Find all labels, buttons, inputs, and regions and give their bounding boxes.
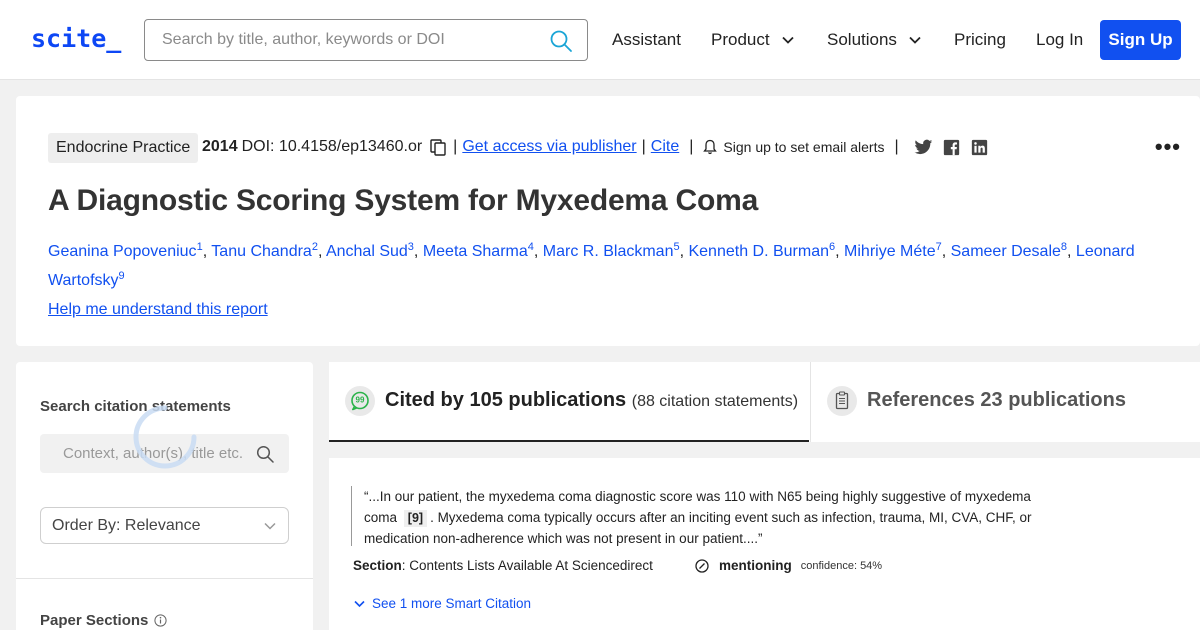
chat-bubble-icon: 99 [351,391,369,411]
cited-by-text: Cited by 105 publications (88 citation s… [385,389,798,412]
section-label: Section [353,558,402,573]
confidence-score: confidence: 54% [800,559,883,572]
quote-text-end: . Myxedema coma typically occurs after a… [364,510,1032,546]
nav-pricing-label: Pricing [954,30,1006,49]
author-link[interactable]: Mihriye Méte7 [844,241,942,260]
separator: | [894,138,899,155]
separator: | [689,138,694,155]
get-access-link[interactable]: Get access via publisher [462,138,636,156]
chevron-down-icon [354,600,365,607]
svg-text:99: 99 [356,396,365,405]
citation-statement-count: (88 citation statements) [631,393,799,410]
more-options-button[interactable]: ••• [1155,134,1181,160]
document-icon [835,391,849,410]
journal-badge[interactable]: Endocrine Practice [48,133,199,163]
scite-logo[interactable]: scite_ [31,24,121,53]
author-link[interactable]: Marc R. Blackman5 [543,241,680,260]
linkedin-icon[interactable] [970,139,989,156]
order-by-select[interactable]: Order By: Relevance [40,507,289,544]
login-label: Log In [1036,30,1084,49]
paper-sections-label: Paper Sections [40,612,167,629]
chevron-down-icon [781,36,794,44]
cited-by-count: Cited by 105 publications [385,389,627,411]
copy-icon[interactable] [430,138,446,156]
tab-references[interactable]: References 23 publications [810,362,1200,442]
help-understand-link[interactable]: Help me understand this report [48,301,268,319]
author-link[interactable]: Geanina Popoveniuc1 [48,241,203,260]
author-list: Geanina Popoveniuc1, Tanu Chandra2, Anch… [48,241,1135,289]
author-link[interactable]: Sameer Desale8 [951,241,1067,260]
chevron-down-icon [264,522,276,530]
login-link[interactable]: Log In [1036,30,1083,50]
doi-text: DOI: 10.4158/ep13460.or [241,138,423,155]
bell-icon[interactable] [703,139,718,155]
main-search-box[interactable] [144,19,588,61]
citation-quote: “...In our patient, the myxedema coma di… [364,486,1064,549]
citation-section: Section: Contents Lists Available At Sci… [353,558,653,573]
author-link[interactable]: Meeta Sharma4 [423,241,534,260]
loading-spinner-icon [133,405,197,469]
references-text: References 23 publications [867,389,1126,411]
nav-solutions-label: Solutions [827,30,897,49]
tab-cited-by[interactable]: 99 Cited by 105 publications (88 citatio… [329,362,809,442]
cite-link[interactable]: Cite [651,138,679,156]
mentioning-icon [695,558,709,573]
paper-sections-text: Paper Sections [40,612,149,629]
publication-year: 2014 [202,138,238,155]
citation-statement-card: “...In our patient, the myxedema coma di… [329,458,1200,630]
separator: | [453,138,458,155]
nav-solutions[interactable]: Solutions [827,30,921,50]
see-more-citations-link[interactable]: See 1 more Smart Citation [354,596,531,611]
search-icon[interactable] [256,445,274,463]
tab-icon-circle: 99 [345,386,375,416]
divider [16,578,313,579]
info-icon[interactable] [154,614,167,627]
facebook-icon[interactable] [942,139,961,156]
author-link[interactable]: Anchal Sud3 [326,241,414,260]
citation-tabs: 99 Cited by 105 publications (88 citatio… [329,362,1200,442]
section-value: : Contents Lists Available At Sciencedir… [401,558,653,573]
top-navigation-bar: scite_ Assistant Product Solutions Prici… [0,0,1200,80]
citation-type: mentioning [719,558,792,573]
nav-product[interactable]: Product [711,30,794,50]
nav-assistant-label: Assistant [612,30,681,49]
signup-button[interactable]: Sign Up [1100,20,1181,60]
author-link[interactable]: Tanu Chandra2 [211,241,318,260]
email-alerts-link[interactable]: Sign up to set email alerts [723,139,884,155]
reference-chip[interactable]: [9] [403,510,428,527]
nav-product-label: Product [711,30,770,49]
nav-pricing[interactable]: Pricing [954,30,1006,50]
citation-classification: mentioning confidence: 54% [695,558,882,573]
author-link[interactable]: Kenneth D. Burman6 [688,241,835,260]
citation-filter-panel: Search citation statements Order By: Rel… [16,362,313,630]
separator: | [641,138,646,155]
see-more-label: See 1 more Smart Citation [372,596,532,611]
paper-header-card: Endocrine Practice 2014 DOI: 10.4158/ep1… [16,96,1200,346]
twitter-icon[interactable] [914,139,933,156]
tab-icon-circle [827,386,857,416]
quote-bar [351,486,352,546]
order-by-value: Order By: Relevance [52,517,201,534]
paper-title: A Diagnostic Scoring System for Myxedema… [48,184,759,217]
chevron-down-icon [909,36,921,44]
paper-meta-line: 2014 DOI: 10.4158/ep13460.or | Get acces… [202,138,989,156]
main-search-input[interactable] [162,29,542,51]
search-icon[interactable] [549,29,573,53]
nav-assistant[interactable]: Assistant [612,30,681,50]
